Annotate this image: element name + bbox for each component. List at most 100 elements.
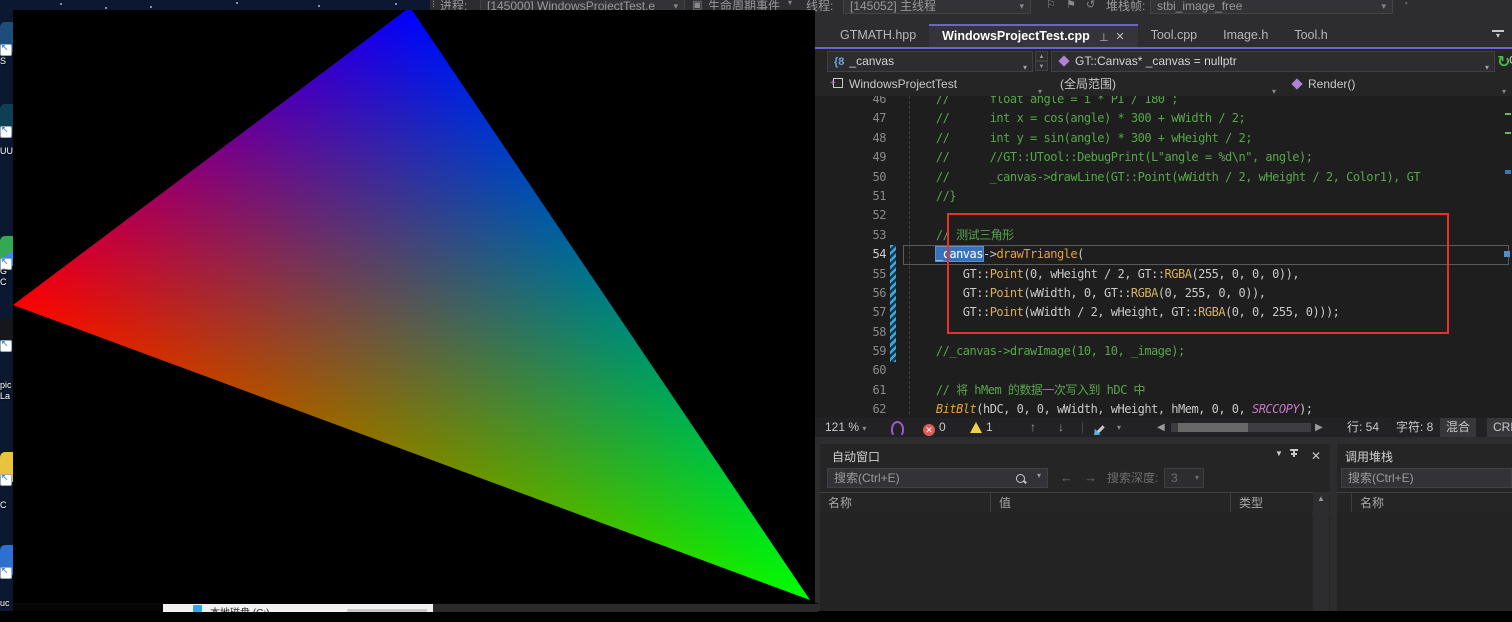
chevron-down-icon[interactable]: ▾ xyxy=(1117,418,1121,437)
line-number[interactable]: 52 xyxy=(815,206,886,225)
next-issue-button[interactable]: ↓ xyxy=(1058,418,1064,437)
thread-combobox[interactable]: ▾ [145052] 主线程 xyxy=(843,0,1031,14)
autos-search[interactable]: ▾ xyxy=(827,468,1048,488)
tab-overflow-icon[interactable]: ▾ xyxy=(1492,30,1504,39)
line-number[interactable]: 60 xyxy=(815,361,886,380)
search-depth-combobox[interactable]: 3 ▾ xyxy=(1164,468,1204,488)
symbol-spinner-up[interactable]: ▲ xyxy=(1035,51,1048,61)
error-count[interactable]: ✕0 xyxy=(923,418,946,437)
code-token xyxy=(909,402,936,416)
tab-GTMATH.hpp[interactable]: GTMATH.hpp xyxy=(827,24,929,47)
line-number[interactable]: 50 xyxy=(815,168,886,187)
hscroll-left-arrow[interactable]: ◀ xyxy=(1157,418,1165,437)
column-header[interactable]: 名称 xyxy=(820,493,990,513)
hscrollbar-thumb[interactable] xyxy=(1178,423,1248,432)
desktop-icon[interactable]: pic La xyxy=(0,318,13,404)
line-number[interactable]: 57 xyxy=(815,303,886,322)
chevron-down-icon: ▾ xyxy=(1038,81,1042,96)
tab-label: WindowsProjectTest.cpp xyxy=(942,29,1090,43)
forward-arrow-icon[interactable]: → xyxy=(1084,468,1097,488)
gt-canvas-window[interactable] xyxy=(13,10,815,603)
symbol-spinner-down[interactable]: ▼ xyxy=(1035,61,1048,71)
search-icon[interactable] xyxy=(1016,474,1025,483)
project-combobox[interactable]: WindowsProjectTest ▾ xyxy=(827,74,1048,95)
tab-Tool.h[interactable]: Tool.h xyxy=(1281,24,1340,47)
pin-icon[interactable]: ⊣ xyxy=(1093,32,1113,42)
line-number[interactable]: 54 xyxy=(815,245,886,264)
autos-vscrollbar[interactable]: ▲ xyxy=(1313,492,1329,611)
line-number[interactable]: 58 xyxy=(815,323,886,342)
chevron-down-icon: ▾ xyxy=(1502,81,1506,96)
encoding-indicator[interactable]: 混合 xyxy=(1440,418,1476,437)
column-header[interactable]: 类型 xyxy=(1230,493,1312,513)
panel-splitter[interactable] xyxy=(815,437,1512,444)
line-number-margin[interactable]: 4647484950515253545556575859606162 xyxy=(815,96,886,418)
close-icon[interactable]: ✕ xyxy=(1311,449,1321,463)
prev-issue-button[interactable]: ↑ xyxy=(1030,418,1036,437)
line-indicator[interactable]: 行: 54 xyxy=(1347,418,1379,437)
desktop-icon[interactable]: C xyxy=(0,452,13,524)
code-token: // 将 hMem 的数据一次写入到 hDC 中 xyxy=(909,383,1145,397)
scroll-up-arrow[interactable]: ▲ xyxy=(1313,492,1329,506)
chevron-down-icon: ▾ xyxy=(1272,81,1276,96)
callstack-body[interactable] xyxy=(1337,512,1512,611)
chevron-down-icon[interactable]: ▾ xyxy=(1037,471,1041,480)
pin-icon[interactable] xyxy=(1293,449,1295,460)
warning-count[interactable]: 1 xyxy=(970,418,993,437)
overview-ruler-mark xyxy=(1504,251,1510,257)
stack-frame-combobox[interactable]: ▾ stbi_image_free xyxy=(1150,0,1393,14)
column-indicator[interactable]: 字符: 8 xyxy=(1396,418,1433,437)
callstack-search-input[interactable] xyxy=(1342,469,1512,487)
code-token: // float angle = i * PI / 180 ; xyxy=(909,96,1178,106)
window-position-icon[interactable]: ▼ xyxy=(1275,449,1283,458)
chevron-down-icon: ▾ xyxy=(1019,0,1024,14)
flag-filled-icon[interactable]: ⚑ xyxy=(1066,0,1076,11)
code-token: //_canvas->drawImage(10, 10, _image); xyxy=(909,344,1185,358)
editor-status-bar: 121 % ▾ ✕0 1 ↑ ↓ | ▾ ◀ ▶ 行: 54 字符: 8 混合 … xyxy=(815,418,1512,437)
declaration-combobox[interactable]: GT::Canvas* _canvas = nullptr ▾ xyxy=(1051,51,1495,72)
code-token: // int x = cos(angle) * 300 + wWidth / 2… xyxy=(909,111,1245,125)
desktop-icon[interactable]: S xyxy=(0,22,13,80)
column-header[interactable]: 值 xyxy=(990,493,1230,513)
code-token: SRCCOPY xyxy=(1252,402,1299,416)
line-number[interactable]: 55 xyxy=(815,265,886,284)
back-arrow-icon[interactable]: ← xyxy=(1060,468,1073,488)
hscroll-right-arrow[interactable]: ▶ xyxy=(1315,418,1323,437)
toolbar-grip-icon[interactable]: ⁞ xyxy=(432,0,435,10)
toolbar-overflow-icon[interactable]: ⹀ xyxy=(1405,0,1408,9)
code-editor[interactable]: 4647484950515253545556575859606162 // fl… xyxy=(815,96,1512,418)
close-icon[interactable]: ✕ xyxy=(1115,27,1124,47)
chevron-down-icon: ▾ xyxy=(1381,0,1386,14)
desktop-icon[interactable]: uc xyxy=(0,545,13,622)
desktop-icon-label: pic La xyxy=(0,380,12,402)
line-number[interactable]: 61 xyxy=(815,381,886,400)
line-number[interactable]: 46 xyxy=(815,96,886,109)
method-icon xyxy=(1291,78,1302,89)
line-number[interactable]: 62 xyxy=(815,400,886,418)
line-number[interactable]: 53 xyxy=(815,226,886,245)
tab-Tool.cpp[interactable]: Tool.cpp xyxy=(1138,24,1211,47)
search-depth-label: 搜索深度: xyxy=(1107,468,1158,488)
line-number[interactable]: 47 xyxy=(815,109,886,128)
overview-ruler-mark xyxy=(1505,170,1511,174)
autos-grid-body[interactable] xyxy=(820,512,1312,611)
callstack-search[interactable] xyxy=(1341,468,1512,488)
member-combobox[interactable]: Render() ▾ xyxy=(1285,74,1512,95)
symbol-combobox[interactable]: {8_canvas ▾ xyxy=(827,51,1033,72)
line-number[interactable]: 48 xyxy=(815,129,886,148)
tab-Image.h[interactable]: Image.h xyxy=(1210,24,1281,47)
desktop-icon[interactable]: G C xyxy=(0,236,13,290)
rewind-icon[interactable]: ↺ xyxy=(1086,0,1095,11)
line-number[interactable]: 59 xyxy=(815,342,886,361)
project-icon xyxy=(833,78,843,88)
desktop-icon[interactable]: UU xyxy=(0,104,13,170)
flag-outline-icon[interactable]: ⚐ xyxy=(1046,0,1056,11)
scope-combobox[interactable]: (全局范围) ▾ xyxy=(1052,74,1282,95)
column-header[interactable]: 名称 xyxy=(1351,493,1512,513)
line-number[interactable]: 49 xyxy=(815,148,886,167)
line-number[interactable]: 56 xyxy=(815,284,886,303)
zoom-level-combobox[interactable]: 121 % ▾ xyxy=(825,418,866,438)
line-number[interactable]: 51 xyxy=(815,187,886,206)
tab-WindowsProjectTest.cpp[interactable]: WindowsProjectTest.cpp⊣✕ xyxy=(929,24,1137,47)
line-ending-indicator[interactable]: CRLF xyxy=(1487,418,1512,437)
